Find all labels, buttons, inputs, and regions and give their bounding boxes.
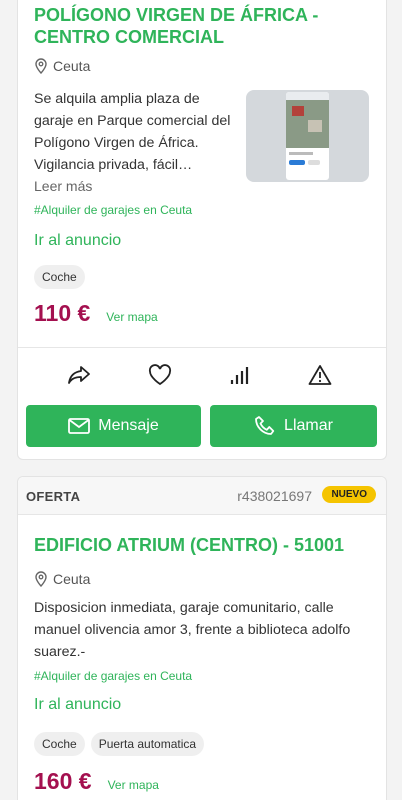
view-map-link[interactable]: Ver mapa <box>108 778 159 792</box>
listing-thumbnail[interactable] <box>246 90 369 182</box>
phone-icon <box>255 416 275 435</box>
listing-price: 160 € <box>34 768 92 794</box>
feature-chips: Coche Puerta automatica <box>34 732 205 756</box>
card-divider <box>18 347 386 348</box>
location-pin-icon <box>35 58 47 74</box>
feature-chip: Coche <box>34 732 85 756</box>
stats-button[interactable] <box>226 361 254 389</box>
share-button[interactable] <box>65 361 93 389</box>
feature-chip: Puerta automatica <box>90 732 205 756</box>
call-button-label: Llamar <box>284 417 333 434</box>
view-map-link[interactable]: Ver mapa <box>106 310 157 324</box>
feature-chips: Coche <box>34 265 85 289</box>
location-pin-icon <box>35 571 47 587</box>
price-row: 110 € Ver mapa <box>34 300 158 327</box>
message-button[interactable]: Mensaje <box>26 405 201 447</box>
report-button[interactable] <box>306 361 334 389</box>
listing-price: 110 € <box>34 300 91 326</box>
location-label: Ceuta <box>53 571 91 587</box>
thumbnail-screenshot <box>286 92 329 180</box>
category-tag[interactable]: #Alquiler de garajes en Ceuta <box>34 203 192 217</box>
read-more-link[interactable]: Leer más <box>34 178 92 194</box>
bar-chart-icon <box>230 367 249 384</box>
share-icon <box>68 366 90 384</box>
listing-location: Ceuta <box>34 571 90 587</box>
listing-title[interactable]: EDIFICIO ATRIUM (CENTRO) - 51001 <box>34 534 370 556</box>
location-label: Ceuta <box>53 58 91 74</box>
category-tag[interactable]: #Alquiler de garajes en Ceuta <box>34 669 192 683</box>
action-bar <box>18 361 386 397</box>
favorite-button[interactable] <box>146 361 174 389</box>
mail-icon <box>68 418 91 434</box>
go-to-listing-link[interactable]: Ir al anuncio <box>34 696 121 714</box>
listing-description: Disposicion inmediata, garaje comunitari… <box>34 600 351 660</box>
heart-icon <box>148 364 172 386</box>
listing-description: Se alquila amplia plaza de garaje en Par… <box>34 91 231 173</box>
listings-page: POLÍGONO VIRGEN DE ÁFRICA - CENTRO COMER… <box>0 0 402 800</box>
price-row: 160 € Ver mapa <box>34 768 159 795</box>
feature-chip: Coche <box>34 265 85 289</box>
new-badge: NUEVO <box>322 486 376 503</box>
message-button-label: Mensaje <box>98 417 159 434</box>
listing-title[interactable]: POLÍGONO VIRGEN DE ÁFRICA - CENTRO COMER… <box>34 4 370 48</box>
call-button[interactable]: Llamar <box>210 405 377 447</box>
listing-card: POLÍGONO VIRGEN DE ÁFRICA - CENTRO COMER… <box>17 0 387 460</box>
listing-reference: r438021697 <box>237 488 312 504</box>
warning-icon <box>308 365 332 385</box>
go-to-listing-link[interactable]: Ir al anuncio <box>34 232 121 250</box>
listing-card: OFERTA r438021697 NUEVO EDIFICIO ATRIUM … <box>17 476 387 800</box>
listing-header-bar: OFERTA r438021697 NUEVO <box>18 477 386 515</box>
section-label: OFERTA <box>26 489 81 504</box>
listing-location: Ceuta <box>34 58 90 74</box>
